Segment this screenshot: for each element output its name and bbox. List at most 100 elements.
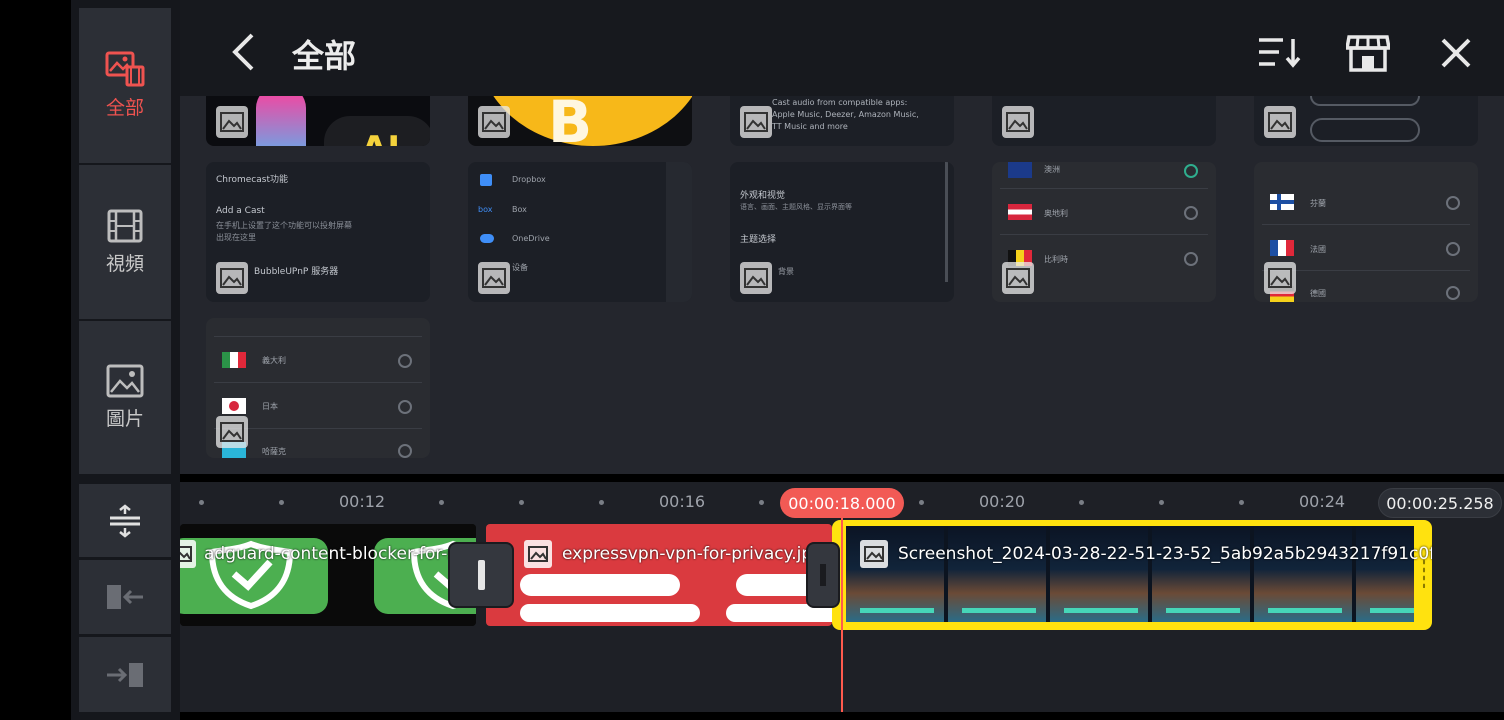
ruler-label: 00:24 bbox=[1299, 492, 1346, 511]
move-to-start-icon bbox=[107, 585, 143, 609]
row-divider bbox=[1000, 234, 1208, 235]
clip-frames bbox=[846, 526, 1414, 622]
screenshot-text: 外观和视觉 bbox=[740, 191, 786, 201]
sidebar-item-label: 圖片 bbox=[105, 408, 144, 430]
ruler-tick bbox=[759, 500, 764, 505]
media-thumbnail[interactable] bbox=[1254, 96, 1478, 146]
box-icon: box bbox=[478, 205, 493, 214]
playhead[interactable] bbox=[841, 516, 843, 712]
ruler-tick bbox=[1239, 500, 1244, 505]
logo-stroke-graphic bbox=[520, 604, 700, 622]
timeline-clip-selected[interactable]: Screenshot_2024-03-28-22-51-23-52_5ab92a… bbox=[832, 520, 1432, 630]
screenshot-button-graphic bbox=[1310, 118, 1420, 142]
screenshot-text: 日本 bbox=[262, 402, 278, 411]
image-type-icon bbox=[740, 106, 772, 138]
jump-to-end-button[interactable] bbox=[79, 637, 171, 712]
image-type-icon bbox=[478, 106, 510, 138]
media-thumbnail[interactable]: AI bbox=[206, 96, 430, 146]
transition-icon bbox=[820, 564, 826, 586]
transition-button[interactable] bbox=[806, 542, 840, 608]
clip-frame bbox=[180, 524, 328, 626]
screenshot-text: 奥地利 bbox=[1044, 209, 1068, 218]
left-panel: 全部 視頻 圖片 bbox=[71, 0, 180, 720]
screenshot-text: 哈薩克 bbox=[262, 447, 286, 456]
media-thumbnail[interactable] bbox=[992, 96, 1216, 146]
image-type-icon bbox=[524, 540, 552, 568]
sort-icon[interactable] bbox=[1257, 36, 1303, 68]
close-icon[interactable] bbox=[1440, 37, 1472, 69]
ruler-tick bbox=[919, 500, 924, 505]
row-divider bbox=[214, 382, 422, 383]
track-height-button[interactable] bbox=[79, 484, 171, 557]
row-divider bbox=[1262, 224, 1470, 225]
media-thumbnail[interactable]: 芬蘭 法國 德國 bbox=[1254, 162, 1478, 302]
media-thumbnail[interactable]: 澳洲 奥地利 比利時 bbox=[992, 162, 1216, 302]
screenshot-text: Add a Cast bbox=[216, 206, 265, 216]
ruler-label: 00:16 bbox=[659, 492, 706, 511]
screenshot-text: 德國 bbox=[1310, 289, 1326, 298]
sidebar-item-image[interactable]: 圖片 bbox=[79, 321, 171, 474]
media-thumbnail[interactable]: Cast audio from compatible apps: Apple M… bbox=[730, 96, 954, 146]
timeline[interactable]: 00:12 00:16 00:20 00:24 adguard-content-… bbox=[180, 482, 1504, 712]
image-icon bbox=[106, 364, 144, 398]
radio-graphic bbox=[1184, 206, 1198, 220]
flag-austria-icon bbox=[1008, 204, 1032, 220]
screenshot-text: 義大利 bbox=[262, 356, 286, 365]
screenshot-text: Cast audio from compatible apps: bbox=[772, 98, 908, 107]
expand-vertical-icon bbox=[110, 503, 140, 538]
image-type-icon bbox=[860, 540, 888, 568]
radio-graphic bbox=[1446, 286, 1460, 300]
all-media-icon bbox=[105, 51, 145, 87]
scrollbar-graphic bbox=[945, 162, 948, 282]
ruler-tick bbox=[599, 500, 604, 505]
screenshot-text: 法國 bbox=[1310, 245, 1326, 254]
image-type-icon bbox=[216, 106, 248, 138]
ruler-label: 00:12 bbox=[339, 492, 386, 511]
image-type-icon bbox=[740, 262, 772, 294]
screenshot-text: Box bbox=[512, 205, 527, 214]
trim-handle[interactable] bbox=[1422, 558, 1426, 588]
screenshot-text: BubbleUPnP 服务器 bbox=[254, 267, 339, 277]
total-duration-badge: 00:00:25.258 bbox=[1378, 488, 1502, 518]
screenshot-text: 芬蘭 bbox=[1310, 199, 1326, 208]
image-type-icon bbox=[216, 262, 248, 294]
radio-graphic bbox=[1184, 252, 1198, 266]
ruler-tick bbox=[1079, 500, 1084, 505]
back-arrow-icon[interactable] bbox=[230, 32, 256, 72]
image-type-icon bbox=[180, 540, 196, 568]
media-thumbnail[interactable]: 義大利 日本 哈薩克 bbox=[206, 318, 430, 458]
radio-graphic bbox=[398, 354, 412, 368]
jump-to-start-button[interactable] bbox=[79, 560, 171, 634]
screenshot-text: 设备 bbox=[512, 263, 528, 272]
image-type-icon bbox=[1002, 106, 1034, 138]
screenshot-text: 比利時 bbox=[1044, 255, 1068, 264]
media-thumbnail[interactable]: 外观和视觉 语言、画面、主题风格、显示界面等 主题选择 背景 bbox=[730, 162, 954, 302]
ruler-tick bbox=[519, 500, 524, 505]
logo-stroke-graphic bbox=[520, 574, 680, 596]
timeline-clip[interactable]: adguard-content-blocker-for-sa bbox=[180, 524, 476, 626]
radio-graphic bbox=[398, 444, 412, 458]
dropbox-icon bbox=[480, 174, 492, 186]
image-type-icon bbox=[216, 416, 248, 448]
flag-finland-icon bbox=[1270, 194, 1294, 210]
current-time-badge: 00:00:18.000 bbox=[780, 488, 904, 518]
app-logo-graphic bbox=[256, 96, 306, 146]
store-icon[interactable] bbox=[1346, 34, 1390, 72]
screenshot-text: Apple Music, Deezer, Amazon Music, bbox=[772, 110, 919, 119]
move-to-end-icon bbox=[107, 662, 143, 687]
timeline-clip[interactable]: expressvpn-vpn-for-privacy.jpg bbox=[486, 524, 832, 626]
screenshot-button-graphic bbox=[1310, 96, 1420, 106]
media-thumbnail[interactable]: Chromecast功能 Add a Cast 在手机上设置了这个功能可以投射屏… bbox=[206, 162, 430, 302]
sidebar-item-label: 全部 bbox=[105, 97, 144, 119]
media-thumbnail[interactable]: B bbox=[468, 96, 692, 146]
sidebar-item-all[interactable]: 全部 bbox=[79, 8, 171, 163]
image-type-icon bbox=[478, 262, 510, 294]
media-thumbnail[interactable]: Dropbox box Box OneDrive 设备 bbox=[468, 162, 692, 302]
screenshot-text: 主题选择 bbox=[740, 235, 777, 245]
image-type-icon bbox=[1264, 262, 1296, 294]
screenshot-text: 语言、画面、主题风格、显示界面等 bbox=[740, 203, 852, 211]
transition-icon bbox=[477, 560, 485, 590]
screenshot-text: Dropbox bbox=[512, 175, 546, 184]
transition-button[interactable] bbox=[448, 542, 514, 608]
sidebar-item-video[interactable]: 視頻 bbox=[79, 165, 171, 319]
